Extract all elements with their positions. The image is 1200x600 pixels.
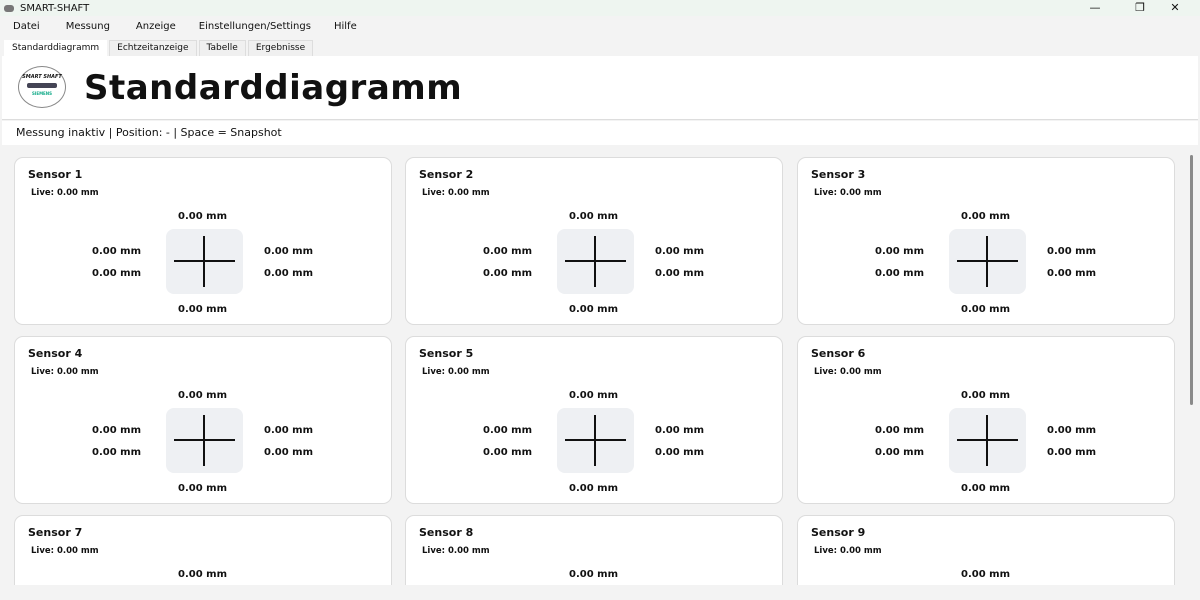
maximize-button[interactable]: ❐: [1125, 0, 1155, 16]
sensor-card: Sensor 5 Live: 0.00 mm 0.00 mm 0.00 mm 0.00…: [405, 336, 783, 504]
value-top: 0.00 mm: [569, 211, 618, 222]
close-button[interactable]: ✕: [1160, 0, 1190, 16]
value-bottom: 0.00 mm: [961, 304, 1010, 315]
value-top: 0.00 mm: [569, 569, 618, 580]
crosshair-icon: [557, 408, 634, 473]
live-value: Live: 0.00 mm: [814, 188, 882, 198]
sensor-name: Sensor 7: [28, 526, 83, 539]
value-right2: 0.00 mm: [1047, 268, 1096, 279]
value-bottom: 0.00 mm: [569, 304, 618, 315]
menu-hilfe[interactable]: Hilfe: [334, 18, 357, 38]
menu-bar: Datei Messung Anzeige Einstellungen/Sett…: [0, 18, 1200, 38]
value-left1: 0.00 mm: [92, 246, 141, 257]
value-left2: 0.00 mm: [483, 447, 532, 458]
window-title: SMART-SHAFT: [20, 2, 90, 14]
value-top: 0.00 mm: [961, 569, 1010, 580]
value-right1: 0.00 mm: [655, 246, 704, 257]
value-left2: 0.00 mm: [875, 268, 924, 279]
smart-shaft-logo: SMART SHAFT SIEMENS: [18, 66, 66, 108]
crosshair-icon: [949, 408, 1026, 473]
sensor-card: Sensor 8 Live: 0.00 mm 0.00 mm: [405, 515, 783, 585]
tab-echtzeitanzeige[interactable]: Echtzeitanzeige: [109, 40, 197, 56]
page-header: SMART SHAFT SIEMENS Standarddiagramm: [2, 56, 1198, 120]
title-bar: SMART-SHAFT — ❐ ✕: [0, 0, 1200, 16]
value-left1: 0.00 mm: [875, 246, 924, 257]
sensor-name: Sensor 3: [811, 168, 866, 181]
live-value: Live: 0.00 mm: [814, 367, 882, 377]
value-right1: 0.00 mm: [1047, 246, 1096, 257]
crosshair-icon: [166, 229, 243, 294]
live-value: Live: 0.00 mm: [422, 367, 490, 377]
value-right1: 0.00 mm: [264, 246, 313, 257]
sensor-name: Sensor 6: [811, 347, 866, 360]
page-title: Standarddiagramm: [84, 68, 463, 108]
menu-anzeige[interactable]: Anzeige: [136, 18, 176, 38]
live-value: Live: 0.00 mm: [31, 367, 99, 377]
value-left1: 0.00 mm: [483, 246, 532, 257]
value-right2: 0.00 mm: [1047, 447, 1096, 458]
value-right1: 0.00 mm: [655, 425, 704, 436]
crosshair-icon: [166, 408, 243, 473]
value-left2: 0.00 mm: [875, 447, 924, 458]
value-bottom: 0.00 mm: [178, 304, 227, 315]
value-bottom: 0.00 mm: [178, 483, 227, 494]
menu-datei[interactable]: Datei: [13, 18, 40, 38]
sensor-card: Sensor 6 Live: 0.00 mm 0.00 mm 0.00 mm 0.00…: [797, 336, 1175, 504]
value-left2: 0.00 mm: [92, 447, 141, 458]
value-top: 0.00 mm: [178, 211, 227, 222]
tab-bar: Standarddiagramm Echtzeitanzeige Tabelle…: [4, 40, 315, 56]
menu-messung[interactable]: Messung: [66, 18, 110, 38]
sensor-card: Sensor 4 Live: 0.00 mm 0.00 mm 0.00 mm 0.00…: [14, 336, 392, 504]
live-value: Live: 0.00 mm: [422, 546, 490, 556]
sensor-name: Sensor 4: [28, 347, 83, 360]
scrollbar[interactable]: [1189, 150, 1195, 586]
live-value: Live: 0.00 mm: [814, 546, 882, 556]
value-right2: 0.00 mm: [655, 268, 704, 279]
sensor-name: Sensor 2: [419, 168, 474, 181]
menu-einstellungen[interactable]: Einstellungen/Settings: [199, 18, 311, 38]
value-left1: 0.00 mm: [92, 425, 141, 436]
value-top: 0.00 mm: [961, 390, 1010, 401]
live-value: Live: 0.00 mm: [31, 546, 99, 556]
minimize-button[interactable]: —: [1080, 0, 1110, 16]
sensor-card: Sensor 3 Live: 0.00 mm 0.00 mm 0.00 mm 0.00…: [797, 157, 1175, 325]
sensor-name: Sensor 9: [811, 526, 866, 539]
value-bottom: 0.00 mm: [961, 483, 1010, 494]
value-top: 0.00 mm: [961, 211, 1010, 222]
sensor-card: Sensor 1 Live: 0.00 mm 0.00 mm 0.00 mm 0.00…: [14, 157, 392, 325]
sensor-name: Sensor 8: [419, 526, 474, 539]
value-bottom: 0.00 mm: [569, 483, 618, 494]
live-value: Live: 0.00 mm: [31, 188, 99, 198]
value-right1: 0.00 mm: [264, 425, 313, 436]
logo-sub: SIEMENS: [31, 91, 53, 96]
value-left2: 0.00 mm: [483, 268, 532, 279]
tab-ergebnisse[interactable]: Ergebnisse: [247, 40, 314, 56]
value-left1: 0.00 mm: [483, 425, 532, 436]
app-icon: [4, 4, 14, 12]
value-right2: 0.00 mm: [264, 447, 313, 458]
sensor-grid: Sensor 1 Live: 0.00 mm 0.00 mm 0.00 mm 0.00…: [2, 146, 1186, 586]
value-right2: 0.00 mm: [264, 268, 313, 279]
tab-tabelle[interactable]: Tabelle: [198, 40, 246, 56]
sensor-name: Sensor 5: [419, 347, 474, 360]
value-top: 0.00 mm: [178, 390, 227, 401]
tab-standarddiagramm[interactable]: Standarddiagramm: [4, 40, 108, 56]
sensor-name: Sensor 1: [28, 168, 83, 181]
crosshair-icon: [557, 229, 634, 294]
value-top: 0.00 mm: [569, 390, 618, 401]
value-left2: 0.00 mm: [92, 268, 141, 279]
scrollbar-thumb[interactable]: [1190, 155, 1193, 405]
status-text: Messung inaktiv | Position: - | Space = …: [2, 121, 1198, 145]
value-right1: 0.00 mm: [1047, 425, 1096, 436]
live-value: Live: 0.00 mm: [422, 188, 490, 198]
value-top: 0.00 mm: [178, 569, 227, 580]
sensor-card: Sensor 7 Live: 0.00 mm 0.00 mm: [14, 515, 392, 585]
logo-text: SMART SHAFT: [22, 74, 62, 80]
crosshair-icon: [949, 229, 1026, 294]
value-right2: 0.00 mm: [655, 447, 704, 458]
sensor-card: Sensor 2 Live: 0.00 mm 0.00 mm 0.00 mm 0.00…: [405, 157, 783, 325]
sensor-card: Sensor 9 Live: 0.00 mm 0.00 mm: [797, 515, 1175, 585]
value-left1: 0.00 mm: [875, 425, 924, 436]
